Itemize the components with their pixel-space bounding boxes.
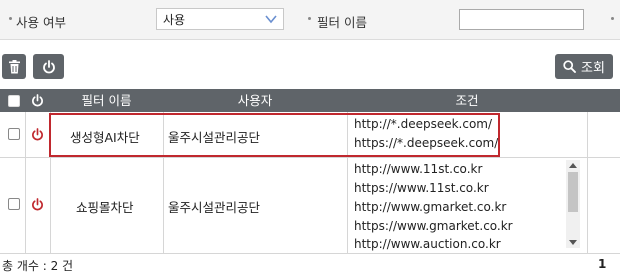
condition-line: https://www.11st.co.kr	[354, 181, 489, 195]
condition-line: https://www.gmarket.co.kr	[354, 219, 513, 233]
condition-line: http://*.deepseek.com/	[354, 117, 493, 131]
power-icon[interactable]	[31, 198, 44, 211]
bullet-icon	[611, 17, 614, 20]
scroll-down-icon[interactable]	[569, 240, 577, 245]
bullet-icon	[9, 17, 12, 20]
row-checkbox[interactable]	[8, 128, 20, 140]
condition-line: http://www.11st.co.kr	[354, 162, 483, 176]
bullet-icon	[308, 17, 311, 20]
condition-line: http://www.gmarket.co.kr	[354, 200, 507, 214]
use-status-select[interactable]: 사용	[156, 8, 284, 30]
search-button-label: 조회	[581, 61, 605, 76]
power-icon	[32, 94, 43, 107]
column-header-name[interactable]: 필터 이름	[50, 89, 163, 112]
use-status-value: 사용	[163, 13, 186, 27]
power-icon[interactable]	[31, 128, 44, 141]
power-icon	[42, 59, 55, 73]
table-row[interactable]: 생성형AI차단 울주시설관리공단 http://*.deepseek.com/ …	[0, 112, 620, 158]
use-status-label: 사용 여부	[16, 15, 66, 30]
toggle-power-button[interactable]	[33, 54, 64, 79]
trash-icon	[8, 59, 20, 73]
filter-name-input[interactable]	[459, 9, 584, 30]
column-header-condition[interactable]: 조건	[347, 89, 587, 112]
table-row[interactable]: 쇼핑몰차단 울주시설관리공단 http://www.11st.co.kr htt…	[0, 158, 620, 254]
condition-scrollbar[interactable]	[566, 160, 580, 248]
condition-line: https://*.deepseek.com/	[354, 136, 499, 150]
total-count: 총 개수 : 2 건	[2, 259, 74, 273]
filter-name-cell: 쇼핑몰차단	[76, 200, 134, 215]
table-header: 필터 이름 사용자 조건	[0, 89, 620, 112]
filter-bar: 사용 여부 사용 필터 이름	[0, 0, 620, 40]
search-button[interactable]: 조회	[555, 54, 613, 79]
row-checkbox[interactable]	[8, 198, 20, 210]
user-cell: 울주시설관리공단	[168, 130, 261, 145]
delete-button[interactable]	[2, 54, 26, 79]
column-header-user[interactable]: 사용자	[163, 89, 347, 112]
user-cell: 울주시설관리공단	[168, 200, 261, 215]
page-number[interactable]: 1	[598, 257, 606, 271]
scroll-thumb[interactable]	[568, 172, 578, 212]
condition-line: http://www.auction.co.kr	[354, 237, 501, 251]
filter-name-cell: 생성형AI차단	[70, 130, 140, 145]
scroll-up-icon[interactable]	[569, 163, 577, 168]
select-all-checkbox[interactable]	[8, 95, 20, 107]
filter-name-label: 필터 이름	[317, 15, 367, 30]
search-icon	[563, 60, 576, 73]
chevron-down-icon	[265, 15, 277, 24]
